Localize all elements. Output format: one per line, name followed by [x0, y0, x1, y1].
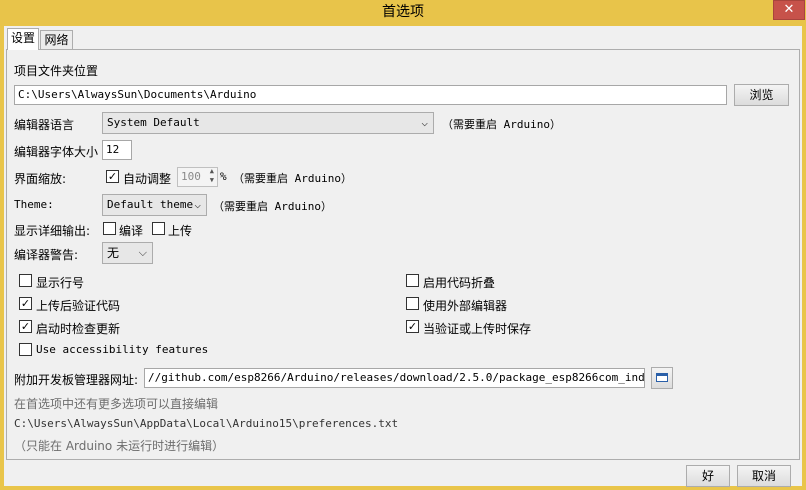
check-updates-checkbox[interactable]: ✓ [19, 320, 32, 333]
code-folding-label: 启用代码折叠 [423, 276, 496, 290]
auto-scale-label: 自动调整 [123, 172, 172, 186]
chevron-down-icon: ⌵ [138, 246, 147, 259]
checkmark-icon: ✓ [20, 320, 31, 333]
scaling-note: （需要重启 Arduino） [233, 172, 352, 185]
tab-settings[interactable]: 设置 [7, 28, 39, 50]
scale-value: 100 [181, 170, 201, 183]
language-note: （需要重启 Arduino） [442, 118, 561, 131]
verbose-compile-label: 编译 [119, 224, 144, 238]
code-folding-checkbox[interactable] [406, 274, 419, 287]
sketchbook-path-input[interactable]: C:\Users\AlwaysSun\Documents\Arduino [14, 85, 727, 105]
theme-select[interactable]: Default theme ⌵ [102, 194, 207, 216]
sketchbook-label: 项目文件夹位置 [14, 64, 99, 78]
chevron-down-icon: ⌵ [194, 198, 201, 211]
prefs-path: C:\Users\AlwaysSun\AppData\Local\Arduino… [14, 417, 399, 430]
window-icon [656, 373, 668, 382]
theme-value: Default theme [107, 198, 194, 211]
more-prefs-note: 在首选项中还有更多选项可以直接编辑 [14, 397, 219, 411]
verbose-label: 显示详细输出: [14, 224, 91, 238]
ok-button[interactable]: 好 [686, 465, 730, 487]
chevron-down-icon: ⌵ [421, 116, 428, 129]
spinner-arrows-icon: ▲ ▼ [209, 167, 214, 184]
auto-scale-checkbox[interactable]: ✓ [106, 170, 119, 183]
language-select[interactable]: System Default ⌵ [102, 112, 434, 134]
save-on-verify-label: 当验证或上传时保存 [423, 322, 532, 336]
scale-unit: % [220, 170, 227, 183]
show-line-numbers-checkbox[interactable] [19, 274, 32, 287]
board-urls-edit-button[interactable] [651, 367, 673, 389]
language-value: System Default [107, 116, 200, 129]
verify-after-upload-checkbox[interactable]: ✓ [19, 297, 32, 310]
cancel-button[interactable]: 取消 [737, 465, 791, 487]
checkmark-icon: ✓ [107, 170, 118, 183]
warnings-value: 无 [107, 246, 120, 260]
board-urls-label: 附加开发板管理器网址: [14, 373, 139, 387]
accessibility-checkbox[interactable] [19, 343, 32, 356]
verbose-upload-checkbox[interactable] [152, 222, 165, 235]
edit-note: （只能在 Arduino 未运行时进行编辑） [14, 439, 225, 453]
font-size-input[interactable]: 12 [102, 140, 132, 160]
warnings-label: 编译器警告: [14, 248, 79, 262]
language-label: 编辑器语言 [14, 118, 75, 132]
browse-button[interactable]: 浏览 [734, 84, 789, 106]
window-title: 首选项 [382, 4, 424, 20]
accessibility-label: Use accessibility features [36, 343, 209, 356]
scale-spinner[interactable]: 100 ▲ ▼ [177, 167, 218, 187]
close-icon: ✕ [783, 2, 795, 17]
verbose-compile-checkbox[interactable] [103, 222, 116, 235]
verify-after-upload-label: 上传后验证代码 [36, 299, 121, 313]
theme-note: （需要重启 Arduino） [213, 200, 332, 213]
close-button[interactable]: ✕ [773, 0, 805, 20]
tab-network[interactable]: 网络 [40, 30, 73, 50]
check-updates-label: 启动时检查更新 [36, 322, 121, 336]
theme-label: Theme: [14, 198, 54, 211]
external-editor-label: 使用外部编辑器 [423, 299, 508, 313]
save-on-verify-checkbox[interactable]: ✓ [406, 320, 419, 333]
checkmark-icon: ✓ [20, 297, 31, 310]
scaling-label: 界面缩放: [14, 172, 67, 186]
show-line-numbers-label: 显示行号 [36, 276, 85, 290]
board-urls-input[interactable]: //github.com/esp8266/Arduino/releases/do… [144, 368, 645, 388]
font-size-label: 编辑器字体大小 [14, 145, 99, 159]
warnings-select[interactable]: 无 ⌵ [102, 242, 153, 264]
checkmark-icon: ✓ [407, 320, 418, 333]
verbose-upload-label: 上传 [168, 224, 193, 238]
external-editor-checkbox[interactable] [406, 297, 419, 310]
